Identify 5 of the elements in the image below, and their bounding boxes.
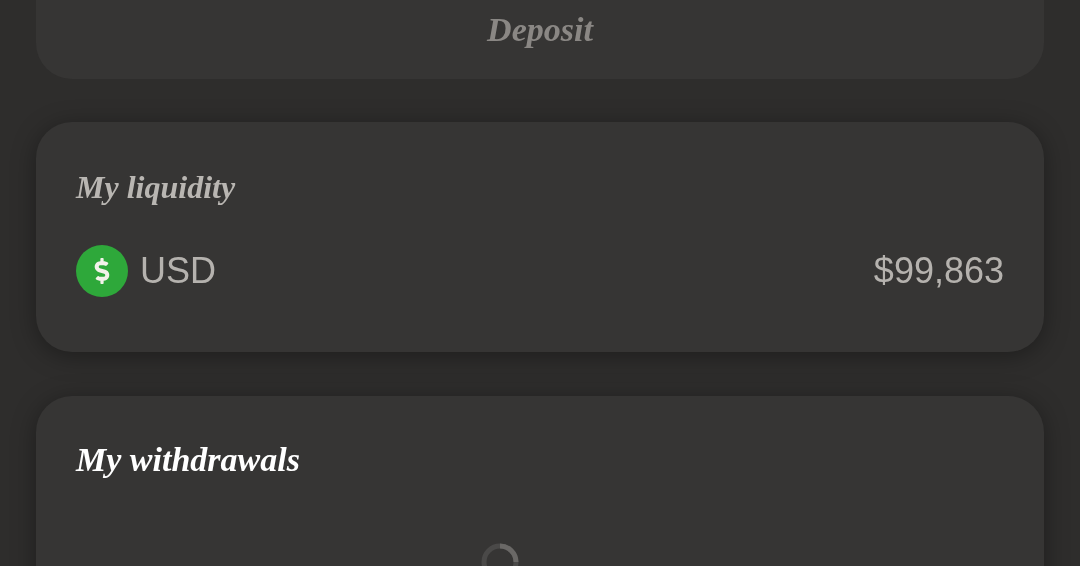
card-title: My withdrawals [76, 440, 300, 480]
currency-label: USD [140, 249, 216, 293]
card-title: My liquidity [76, 168, 236, 206]
amount-value: $99,863 [873, 249, 1004, 293]
dollar-coin-icon [76, 245, 128, 297]
